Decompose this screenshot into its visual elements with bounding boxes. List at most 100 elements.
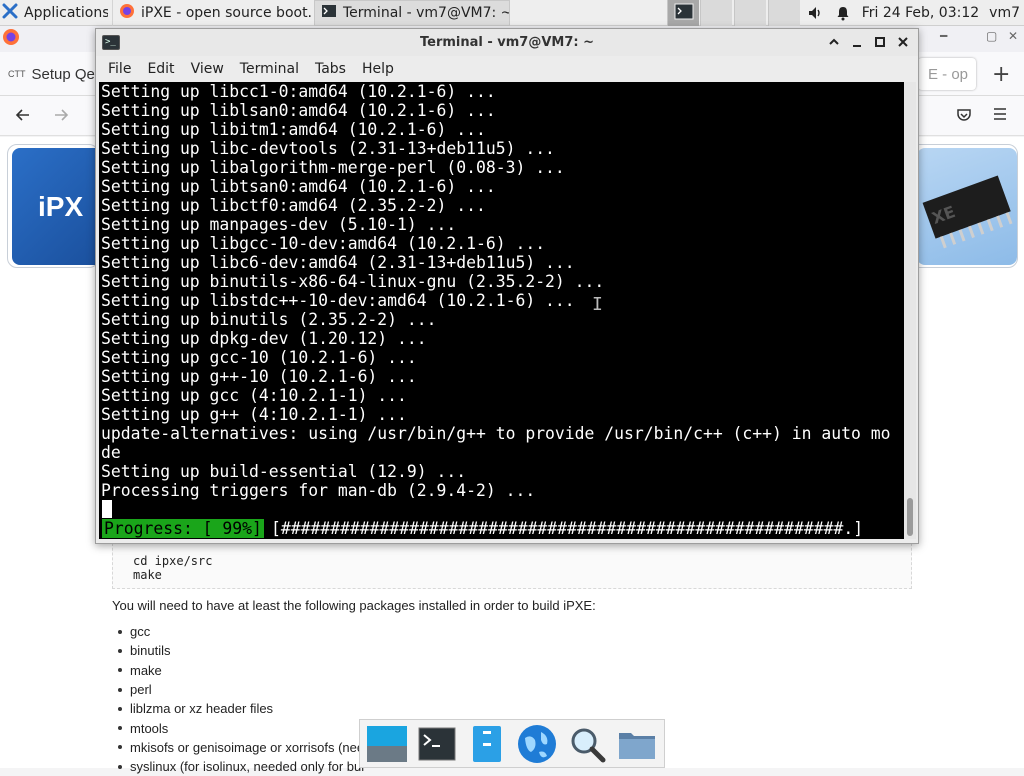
terminal-line: de: [101, 443, 121, 462]
list-item: make: [118, 661, 364, 680]
workspace-1[interactable]: [667, 0, 699, 26]
menu-tabs[interactable]: Tabs: [315, 61, 346, 77]
ipxe-banner-right: XE: [910, 144, 1018, 268]
terminal-window: >_ Terminal - vm7@VM7: ~ File Edit View …: [95, 28, 919, 544]
terminal-line: Setting up libctf0:amd64 (2.35.2-2) ...: [101, 196, 486, 215]
terminal-line: Setting up libc6-dev:amd64 (2.31-13+deb1…: [101, 253, 575, 272]
close-button[interactable]: [893, 32, 913, 52]
terminal-line: Setting up gcc-10 (10.2.1-6) ...: [101, 348, 417, 367]
minimize-button[interactable]: [847, 32, 867, 52]
terminal-line: Setting up gcc (4:10.2.1-1) ...: [101, 386, 407, 405]
search-icon[interactable]: [565, 722, 609, 766]
terminal-line: Setting up build-essential (12.9) ...: [101, 462, 467, 481]
web-browser-icon[interactable]: [515, 722, 559, 766]
terminal-icon: [321, 3, 337, 23]
user-menu[interactable]: vm7: [989, 5, 1020, 21]
firefox-minimize-icon[interactable]: ━: [940, 29, 947, 43]
code-block: cd ipxe/src make: [112, 543, 912, 589]
taskbar-terminal[interactable]: Terminal - vm7@VM7: ~: [314, 0, 510, 26]
packages-intro: You will need to have at least the follo…: [112, 598, 596, 613]
firefox-icon: [2, 28, 20, 50]
firefox-tab-setup-label: Setup Qe: [31, 65, 95, 83]
terminal-line: Setting up manpages-dev (5.10-1) ...: [101, 215, 457, 234]
list-item: perl: [118, 680, 364, 699]
list-item: gcc: [118, 622, 364, 641]
notification-bell-icon[interactable]: [834, 4, 852, 22]
terminal-screen[interactable]: Setting up libcc1-0:amd64 (10.2.1-6) ...…: [99, 82, 904, 539]
code-line: cd ipxe/src: [133, 554, 213, 568]
clock[interactable]: Fri 24 Feb, 03:12: [862, 5, 979, 21]
terminal-line: Setting up binutils-x86-64-linux-gnu (2.…: [101, 272, 605, 291]
volume-icon[interactable]: [806, 4, 824, 22]
list-item: binutils: [118, 641, 364, 660]
terminal-line: Processing triggers for man-db (2.9.4-2)…: [101, 481, 536, 500]
terminal-titlebar[interactable]: >_ Terminal - vm7@VM7: ~: [96, 29, 918, 56]
file-manager-icon[interactable]: [465, 722, 509, 766]
hamburger-menu-icon[interactable]: [992, 106, 1008, 127]
firefox-tab-setup[interactable]: CTT Setup Qe: [8, 58, 100, 90]
maximize-button[interactable]: [870, 32, 890, 52]
terminal-scrollbar[interactable]: [904, 82, 916, 539]
taskbar-terminal-label: Terminal - vm7@VM7: ~: [343, 4, 510, 21]
forward-arrow-icon[interactable]: [52, 106, 70, 129]
package-list: gcc binutils make perl liblzma or xz hea…: [118, 622, 364, 776]
terminal-icon: >_: [102, 35, 120, 50]
workspace-2[interactable]: [700, 0, 732, 26]
terminal-line: Setting up libtsan0:amd64 (10.2.1-6) ...: [101, 177, 496, 196]
terminal-menubar: File Edit View Terminal Tabs Help: [96, 56, 918, 82]
new-tab-button[interactable]: +: [992, 62, 1010, 87]
ctt-icon: CTT: [8, 69, 26, 79]
terminal-line: Setting up libcc1-0:amd64 (10.2.1-6) ...: [101, 82, 496, 101]
list-item: syslinux (for isolinux, needed only for …: [118, 757, 364, 776]
terminal-line: Setting up libitm1:amd64 (10.2.1-6) ...: [101, 120, 486, 139]
taskbar-firefox[interactable]: iPXE - open source boot...: [112, 0, 312, 26]
workspace-4[interactable]: [768, 0, 800, 26]
progress-label: Progress: [ 99%]: [102, 519, 264, 538]
back-arrow-icon[interactable]: [14, 106, 32, 129]
terminal-line: Setting up binutils (2.35.2-2) ...: [101, 310, 437, 329]
terminal-line: Setting up g++ (4:10.2.1-1) ...: [101, 405, 407, 424]
scrollbar-thumb[interactable]: [907, 498, 913, 536]
ipxe-banner-left: iPX: [7, 144, 106, 268]
menu-view[interactable]: View: [191, 61, 224, 77]
list-item: liblzma or xz header files: [118, 699, 364, 718]
menu-edit[interactable]: Edit: [147, 61, 174, 77]
terminal-cursor: [102, 500, 112, 518]
bottom-dock: [359, 719, 665, 768]
chip-image: XE: [917, 148, 1017, 265]
terminal-line: Setting up dpkg-dev (1.20.12) ...: [101, 329, 427, 348]
terminal-title: Terminal - vm7@VM7: ~: [419, 35, 595, 50]
applications-menu-label: Applications: [24, 4, 108, 21]
terminal-line: update-alternatives: using /usr/bin/g++ …: [101, 424, 891, 443]
terminal-output: Setting up libcc1-0:amd64 (10.2.1-6) ...…: [101, 82, 890, 500]
terminal-line: Setting up libstdc++-10-dev:amd64 (10.2.…: [101, 291, 575, 310]
firefox-maximize-icon[interactable]: ▢: [986, 29, 997, 43]
terminal-line: Setting up g++-10 (10.2.1-6) ...: [101, 367, 417, 386]
terminal-line: Setting up libgcc-10-dev:amd64 (10.2.1-6…: [101, 234, 546, 253]
terminal-line: Setting up liblsan0:amd64 (10.2.1-6) ...: [101, 101, 496, 120]
terminal-line: Setting up libalgorithm-merge-perl (0.08…: [101, 158, 565, 177]
list-item: mtools: [118, 718, 364, 737]
code-line: make: [133, 568, 162, 582]
menu-help[interactable]: Help: [362, 61, 394, 77]
ibeam-cursor-icon: I: [592, 294, 603, 315]
xfce-logo-icon: [2, 3, 18, 23]
folder-icon[interactable]: [615, 722, 659, 766]
firefox-tab-ipxe[interactable]: E - op: [918, 58, 976, 90]
firefox-tab-ipxe-label: E - op: [928, 65, 969, 83]
applications-menu[interactable]: Applications: [0, 0, 108, 26]
menu-terminal[interactable]: Terminal: [240, 61, 299, 77]
progress-bar: [#######################################…: [271, 519, 864, 538]
top-panel: Applications iPXE - open source boot... …: [0, 0, 1024, 26]
firefox-close-icon[interactable]: ✕: [1008, 29, 1018, 43]
show-desktop-icon[interactable]: [365, 722, 409, 766]
menu-file[interactable]: File: [108, 61, 131, 77]
ipxe-logo[interactable]: iPX: [12, 148, 106, 265]
workspace-3[interactable]: [734, 0, 766, 26]
terminal-launcher-icon[interactable]: [415, 722, 459, 766]
taskbar-firefox-label: iPXE - open source boot...: [141, 4, 312, 21]
terminal-line: Setting up libc-devtools (2.31-13+deb11u…: [101, 139, 555, 158]
pocket-icon[interactable]: [955, 106, 973, 129]
list-item: mkisofs or genisoimage or xorrisofs (nee: [118, 738, 364, 757]
shade-button[interactable]: [824, 32, 844, 52]
